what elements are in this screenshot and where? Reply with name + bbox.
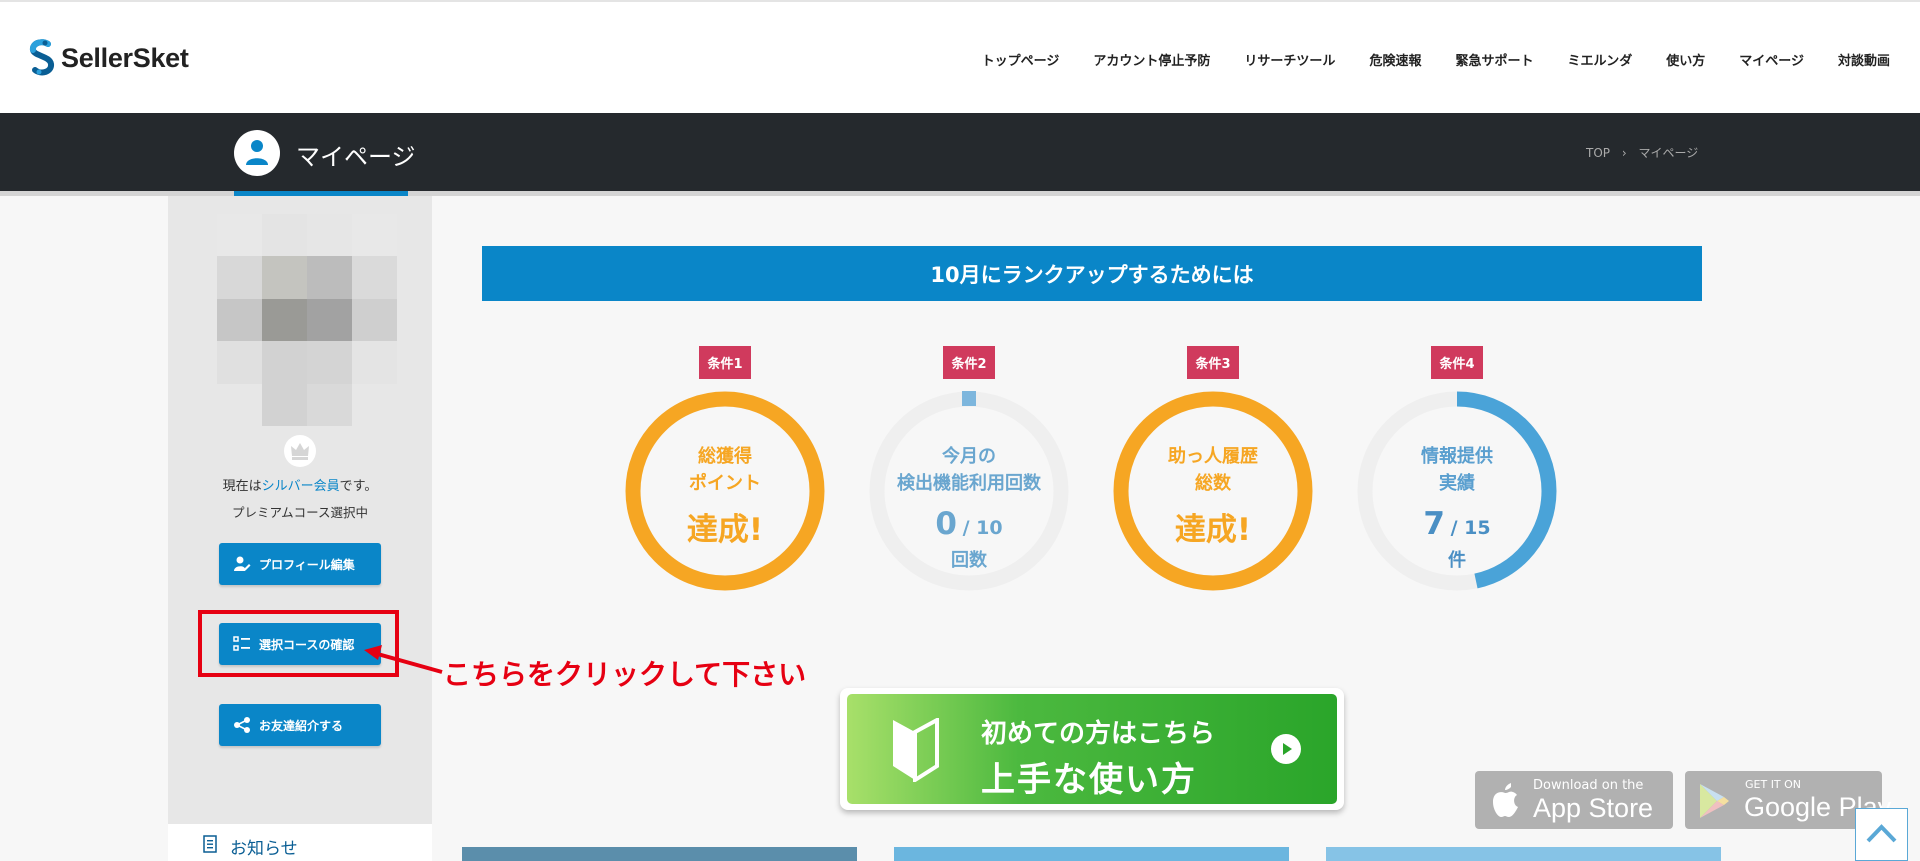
condition-label-line2: 実績	[1439, 473, 1475, 494]
site-header: SellerSket トップページ アカウント停止予防 リサーチツール 危険速報…	[0, 2, 1920, 113]
nav-account-prevention[interactable]: アカウント停止予防	[1093, 50, 1210, 69]
invite-friend-button[interactable]: お友達紹介する	[219, 704, 381, 746]
condition-tag: 条件3	[1187, 346, 1239, 379]
document-icon	[203, 835, 217, 853]
nav-research-tool[interactable]: リサーチツール	[1244, 50, 1335, 69]
beginner-guide-line1: 初めての方はこちら	[981, 719, 1216, 749]
profile-edit-label: プロフィール編集	[259, 557, 355, 572]
nav-danger-alert[interactable]: 危険速報	[1369, 50, 1421, 69]
condition-current: 0	[935, 506, 957, 542]
play-icon	[1271, 734, 1301, 764]
condition-total: / 10	[962, 517, 1003, 539]
condition-tag: 条件2	[943, 346, 995, 379]
condition-label-line1: 助っ人履歴	[1168, 446, 1258, 467]
beginner-guide-button[interactable]: 初めての方はこちら 上手な使い方	[840, 688, 1344, 810]
condition-card: 条件2 今月の 検出機能利用回数 0 / 10 回数	[869, 346, 1069, 591]
condition-card: 条件4 情報提供 実績 7 / 15 件	[1357, 346, 1557, 591]
logo[interactable]: SellerSket	[28, 39, 189, 77]
beginner-guide-line2: 上手な使い方	[981, 760, 1197, 800]
notice-section[interactable]: お知らせ	[168, 824, 432, 861]
user-icon	[234, 130, 280, 176]
checklist-icon	[233, 636, 250, 651]
condition-tag: 条件4	[1431, 346, 1483, 379]
condition-label-line2: 検出機能利用回数	[897, 473, 1041, 494]
invite-friend-label: お友達紹介する	[259, 718, 344, 733]
nav-how-to[interactable]: 使い方	[1666, 50, 1705, 69]
annotation-arrow	[364, 645, 443, 674]
scroll-to-top-button[interactable]	[1855, 808, 1908, 861]
breadcrumb: TOP › マイページ	[1586, 144, 1706, 161]
main-nav: トップページ アカウント停止予防 リサーチツール 危険速報 緊急サポート ミエル…	[948, 50, 1890, 69]
beginner-guide-panel: 初めての方はこちら 上手な使い方	[847, 694, 1337, 804]
condition-total: / 15	[1450, 517, 1491, 539]
condition-label-line2: 総数	[1195, 473, 1231, 494]
member-prefix: 現在は	[222, 479, 262, 494]
beginner-mark-icon	[893, 718, 939, 782]
share-icon	[234, 717, 250, 733]
condition-card: 条件1 総獲得 ポイント 達成!	[625, 346, 825, 591]
condition-count: 0 / 10	[869, 506, 1069, 542]
notice-label: お知らせ	[230, 839, 298, 859]
page-title: マイページ	[296, 143, 416, 171]
bottom-card	[1326, 847, 1721, 861]
nav-interview-video[interactable]: 対談動画	[1838, 50, 1890, 69]
nav-top-page[interactable]: トップページ	[982, 50, 1060, 69]
condition-result: 達成!	[1174, 512, 1252, 548]
condition-label-line1: 今月の	[942, 446, 996, 467]
member-status: 現在はシルバー会員です。	[168, 475, 432, 494]
condition-count: 7 / 15	[1357, 506, 1557, 542]
app-store-small-text: Download on the	[1533, 778, 1644, 793]
profile-edit-button[interactable]: プロフィール編集	[219, 543, 381, 585]
nav-emergency-support[interactable]: 緊急サポート	[1455, 50, 1533, 69]
google-play-icon	[1700, 784, 1729, 818]
breadcrumb-current: マイページ	[1638, 146, 1699, 160]
condition-label-line1: 総獲得	[698, 446, 752, 467]
member-suffix: です。	[339, 479, 378, 494]
condition-result: 達成!	[686, 512, 764, 548]
condition-card: 条件3 助っ人履歴 総数 達成!	[1113, 346, 1313, 591]
profile-edit-icon	[234, 556, 251, 571]
sellersket-logo-icon	[30, 39, 54, 76]
crown-icon	[284, 435, 316, 467]
logo-text: SellerSket	[61, 42, 189, 73]
condition-label-line2: ポイント	[689, 473, 761, 494]
condition-label-line1: 情報提供	[1421, 446, 1493, 467]
apple-icon	[1493, 783, 1518, 817]
nav-mypage[interactable]: マイページ	[1739, 50, 1804, 69]
annotation-text: こちらをクリックして下さい	[443, 658, 807, 691]
course-status: プレミアムコース選択中	[231, 505, 368, 520]
bottom-card	[462, 847, 857, 861]
course-check-button[interactable]: 選択コースの確認	[219, 623, 381, 665]
google-play-small-text: GET IT ON	[1745, 778, 1802, 791]
rankup-banner: 10月にランクアップするためには	[482, 246, 1702, 301]
condition-unit: 回数	[951, 550, 987, 571]
app-store-big-text: App Store	[1533, 793, 1654, 823]
condition-tag: 条件1	[699, 346, 751, 379]
bottom-card	[894, 847, 1289, 861]
app-store-badge[interactable]: Download on the App Store	[1475, 771, 1673, 829]
chevron-up-icon	[1866, 824, 1897, 843]
page-title-block: マイページ	[234, 113, 416, 196]
sidebar: 現在はシルバー会員です。 プレミアムコース選択中 プロフィール編集 選択コースの…	[168, 196, 432, 861]
member-rank: シルバー会員	[261, 479, 340, 494]
avatar	[217, 214, 397, 426]
breadcrumb-separator: ›	[1621, 146, 1627, 160]
condition-unit: 件	[1448, 550, 1466, 571]
nav-mierunda[interactable]: ミエルンダ	[1567, 50, 1632, 69]
google-play-badge[interactable]: GET IT ON Google Play	[1685, 771, 1891, 829]
course-check-label: 選択コースの確認	[259, 637, 355, 652]
breadcrumb-top-link[interactable]: TOP	[1586, 146, 1610, 160]
condition-current: 7	[1423, 506, 1445, 542]
